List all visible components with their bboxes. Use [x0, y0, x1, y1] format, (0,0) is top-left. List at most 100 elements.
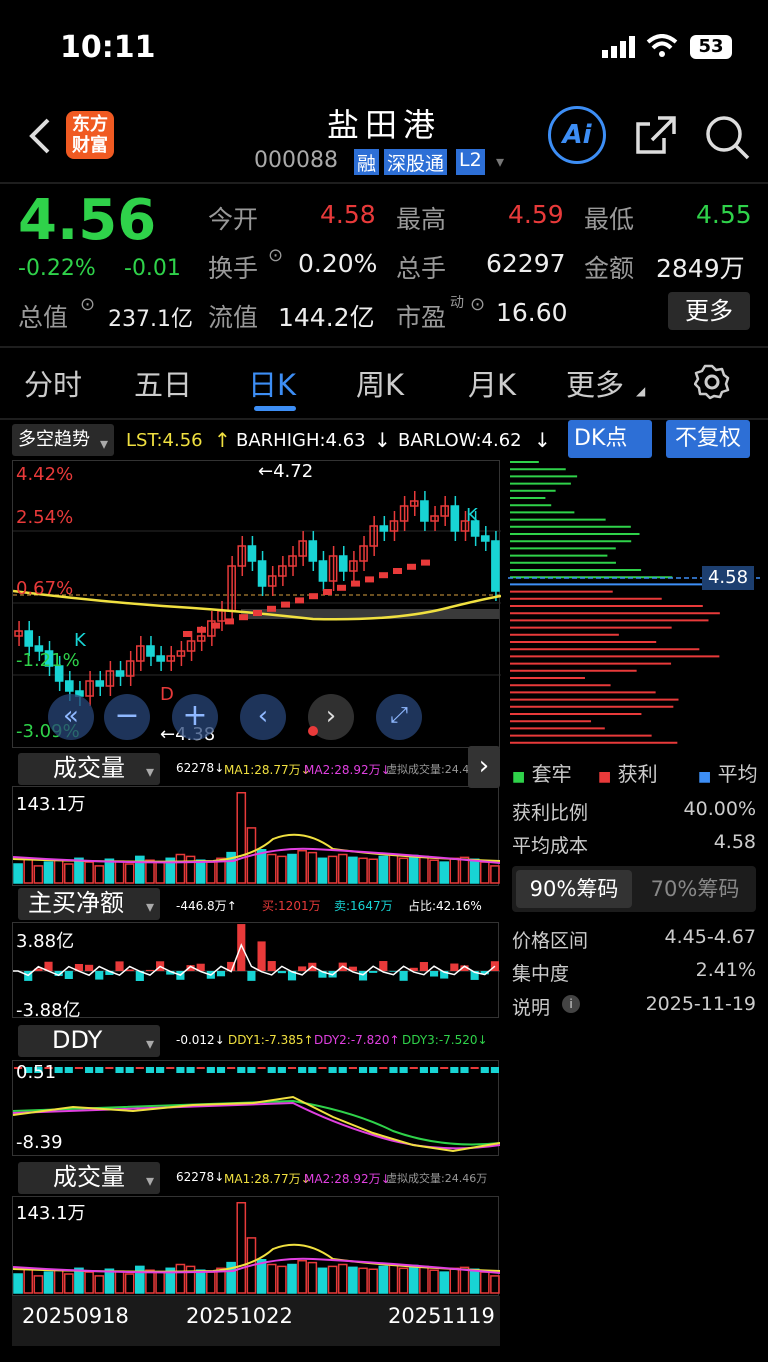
info-icon[interactable]: ⊙	[80, 294, 95, 315]
ddy-bar	[105, 1067, 114, 1069]
ddy-bar	[196, 1067, 205, 1069]
ddy3: DDY3:-7.520↓	[402, 1033, 488, 1047]
divider	[0, 182, 768, 184]
volume2-select[interactable]: 成交量	[18, 1162, 160, 1196]
info-icon[interactable]: ⊙	[470, 294, 485, 315]
ddy-bar	[358, 1067, 368, 1073]
candle	[146, 645, 155, 657]
ddy-bar	[95, 1067, 104, 1073]
corner-icon: ◢	[636, 384, 646, 398]
tab-daily-k[interactable]: 日K	[248, 362, 296, 404]
net-bar	[369, 971, 378, 973]
volume-bar	[419, 855, 429, 884]
volume-bar	[175, 853, 186, 884]
vol2-value: 62278↓	[176, 1170, 225, 1184]
zoom-out-far-button[interactable]: «	[48, 694, 94, 740]
volume-bar	[74, 1267, 84, 1294]
ma1-line	[12, 1243, 501, 1273]
concentration-row: 集中度 2.41%	[512, 959, 756, 985]
ddy-bar	[298, 1067, 307, 1073]
volume-bar	[53, 1269, 64, 1294]
volume-bar	[388, 853, 399, 884]
ddy-bar	[257, 1067, 266, 1069]
volume-bar	[236, 1202, 247, 1294]
volume-bar	[135, 855, 145, 884]
volume-bar	[185, 855, 196, 884]
dk-button[interactable]: DK点	[568, 420, 652, 458]
volume-bar	[490, 1275, 500, 1294]
tab-monthly-k[interactable]: 月K	[468, 362, 516, 404]
tab-90-chips[interactable]: 90%筹码	[516, 870, 632, 908]
candle	[379, 525, 389, 532]
tab-more[interactable]: 更多	[566, 362, 624, 404]
zoom-in-button[interactable]: +	[172, 694, 218, 740]
zoom-out-button[interactable]: −	[104, 694, 150, 740]
tab-weekly-k[interactable]: 周K	[356, 362, 404, 404]
arrow-down-icon: ↓	[374, 428, 391, 452]
volume-select[interactable]: 成交量	[18, 753, 160, 787]
net-value: -446.8万↑	[176, 899, 237, 913]
candle	[450, 505, 460, 532]
volume-bar	[337, 853, 348, 884]
ddy-bar	[64, 1067, 73, 1073]
volume-bar	[398, 1267, 409, 1294]
trend-marker	[393, 568, 402, 574]
change-percent: -0.22%	[18, 256, 96, 281]
trend-marker	[225, 618, 234, 625]
k-ylabel: 2.54%	[16, 507, 74, 528]
new-dot	[308, 726, 318, 736]
volume-bar	[277, 855, 287, 884]
share-icon[interactable]	[634, 114, 678, 160]
trend-marker	[407, 563, 416, 570]
vol2-virtual: 虚拟成交量:24.46万	[386, 1172, 488, 1185]
note-row: 说明 2025-11-19	[512, 993, 756, 1019]
ddy-select[interactable]: DDY	[18, 1025, 160, 1059]
net-ratio: 占比:42.16%	[408, 899, 482, 913]
vol-ma1: MA1:28.77万↓	[224, 763, 311, 777]
adjust-button[interactable]: 不复权	[666, 420, 750, 458]
tab-5day[interactable]: 五日	[134, 362, 192, 404]
scroll-left-button[interactable]: ‹	[240, 694, 286, 740]
expand-panel-button[interactable]: ›	[468, 746, 500, 788]
info-icon[interactable]: i	[562, 995, 580, 1013]
ddy2: DDY2:-7.820↑	[314, 1033, 400, 1047]
more-button[interactable]: 更多	[668, 292, 750, 330]
search-icon[interactable]	[704, 114, 750, 164]
net-bar	[450, 963, 459, 971]
last-price: 4.56	[18, 188, 157, 253]
date-label: 20251022	[186, 1304, 293, 1328]
volume-bar	[449, 857, 460, 884]
net-bar	[85, 964, 94, 971]
volume-bar	[378, 1265, 389, 1294]
volume-bar	[195, 1269, 206, 1294]
arrow-down-icon: ↓	[534, 428, 551, 452]
trend-marker	[211, 622, 220, 629]
net-buy-select[interactable]: 主买净额	[18, 888, 160, 922]
volume-bar	[145, 859, 155, 884]
indicator-select[interactable]: 多空趋势	[12, 424, 114, 460]
volume-bar	[33, 865, 44, 884]
volume-bar	[287, 1263, 297, 1294]
volume-bar	[287, 853, 297, 884]
tag-l2: L2	[456, 149, 485, 175]
info-icon[interactable]: ⊙	[268, 245, 283, 266]
volume-bar	[43, 861, 54, 884]
ddy-bar	[429, 1067, 439, 1073]
ddy-bar	[480, 1067, 489, 1073]
tab-70-chips[interactable]: 70%筹码	[640, 870, 750, 908]
volume-bar	[114, 1270, 125, 1294]
net-buy: 买:1201万	[262, 899, 321, 913]
ai-button[interactable]: Ai	[548, 106, 606, 164]
ddy-value: -0.012↓	[176, 1033, 225, 1047]
tab-intraday[interactable]: 分时	[24, 362, 82, 404]
volume-bar	[358, 1267, 368, 1294]
fullscreen-icon[interactable]: ⤢	[376, 694, 422, 740]
chevron-down-icon[interactable]: ▾	[496, 152, 504, 171]
gear-icon[interactable]	[693, 364, 730, 404]
trend-marker	[379, 572, 388, 579]
ddy-bar	[125, 1067, 134, 1073]
price-range-row: 价格区间 4.45-4.67	[512, 926, 756, 952]
net-bar	[419, 962, 428, 971]
ddy-bar	[318, 1067, 327, 1069]
volume-bar	[277, 1265, 287, 1294]
